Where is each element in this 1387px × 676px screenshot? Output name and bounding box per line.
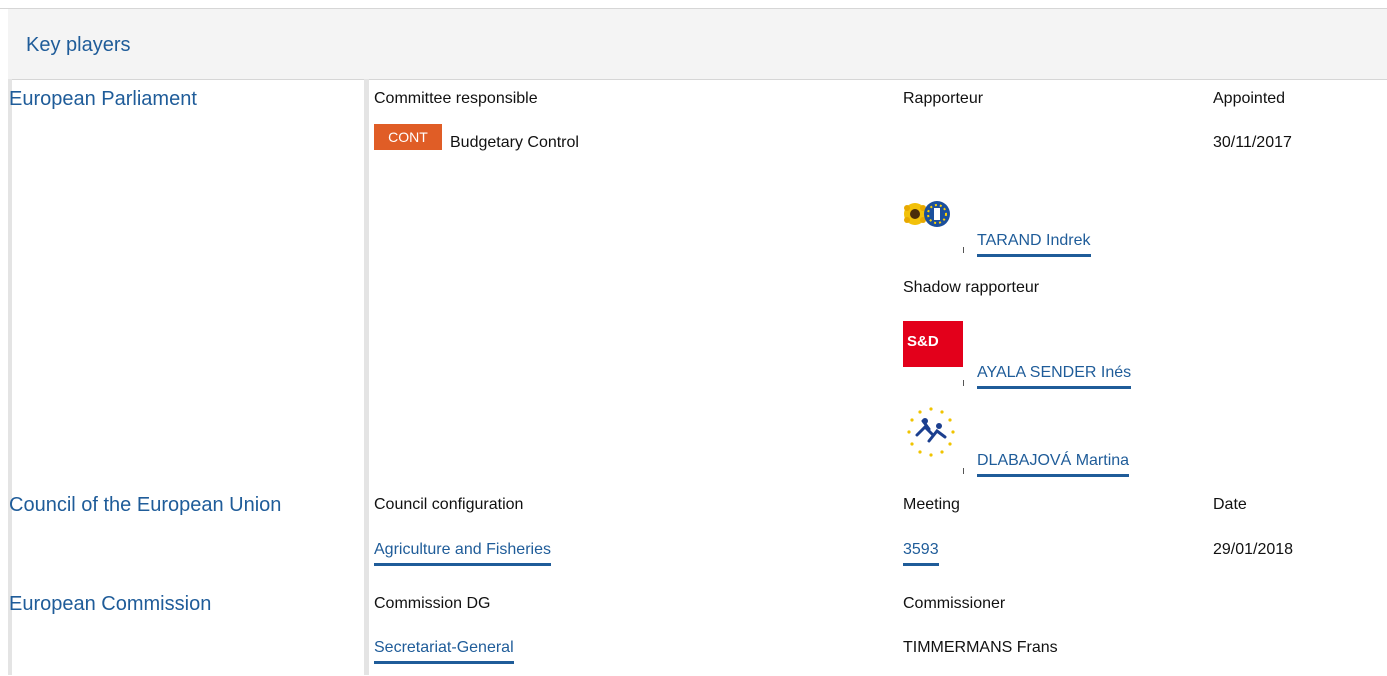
section-title-commission: European Commission <box>9 593 212 615</box>
alde-logo-icon <box>907 407 955 457</box>
logo-tick <box>963 247 964 253</box>
col-commission-dg: Commission DG <box>374 595 491 612</box>
shadow-rapporteur-label: Shadow rapporteur <box>903 279 1040 296</box>
logo-tick <box>963 380 964 386</box>
key-players-panel: Key players <box>0 8 1387 676</box>
shadow-rapporteur-link-ayala-sender[interactable]: AYALA SENDER Inés <box>977 364 1132 389</box>
s-and-d-logo-text: S&D <box>907 333 939 350</box>
left-border <box>8 79 12 675</box>
greens-efa-logo-icon <box>904 201 950 227</box>
commission-dg-link[interactable]: Secretariat-General <box>374 639 514 664</box>
shadow-rapporteur-link-dlabajova[interactable]: DLABAJOVÁ Martina <box>977 452 1130 477</box>
appointed-date: 30/11/2017 <box>1213 134 1292 151</box>
logo-tick <box>963 468 964 474</box>
s-and-d-logo-icon: S&D <box>903 321 963 367</box>
committee-badge-cont: CONT <box>374 124 442 150</box>
council-date: 29/01/2018 <box>1213 541 1294 558</box>
commissioner-name: TIMMERMANS Frans <box>903 639 1058 656</box>
col-council-configuration: Council configuration <box>374 496 524 513</box>
key-players-header: Key players <box>8 9 1387 80</box>
col-committee-responsible: Committee responsible <box>374 90 538 107</box>
committee-name: Budgetary Control <box>450 134 579 151</box>
meeting-link[interactable]: 3593 <box>903 541 939 566</box>
column-divider <box>364 79 369 675</box>
section-title-council: Council of the European Union <box>9 494 282 516</box>
key-players-title: Key players <box>26 34 131 56</box>
col-date: Date <box>1213 496 1247 513</box>
section-title-european-parliament: European Parliament <box>9 88 197 110</box>
col-meeting: Meeting <box>903 496 960 513</box>
rapporteur-link-tarand[interactable]: TARAND Indrek <box>977 232 1091 257</box>
col-rapporteur: Rapporteur <box>903 90 984 107</box>
col-commissioner: Commissioner <box>903 595 1006 612</box>
council-configuration-link[interactable]: Agriculture and Fisheries <box>374 541 551 566</box>
col-appointed: Appointed <box>1213 90 1286 107</box>
